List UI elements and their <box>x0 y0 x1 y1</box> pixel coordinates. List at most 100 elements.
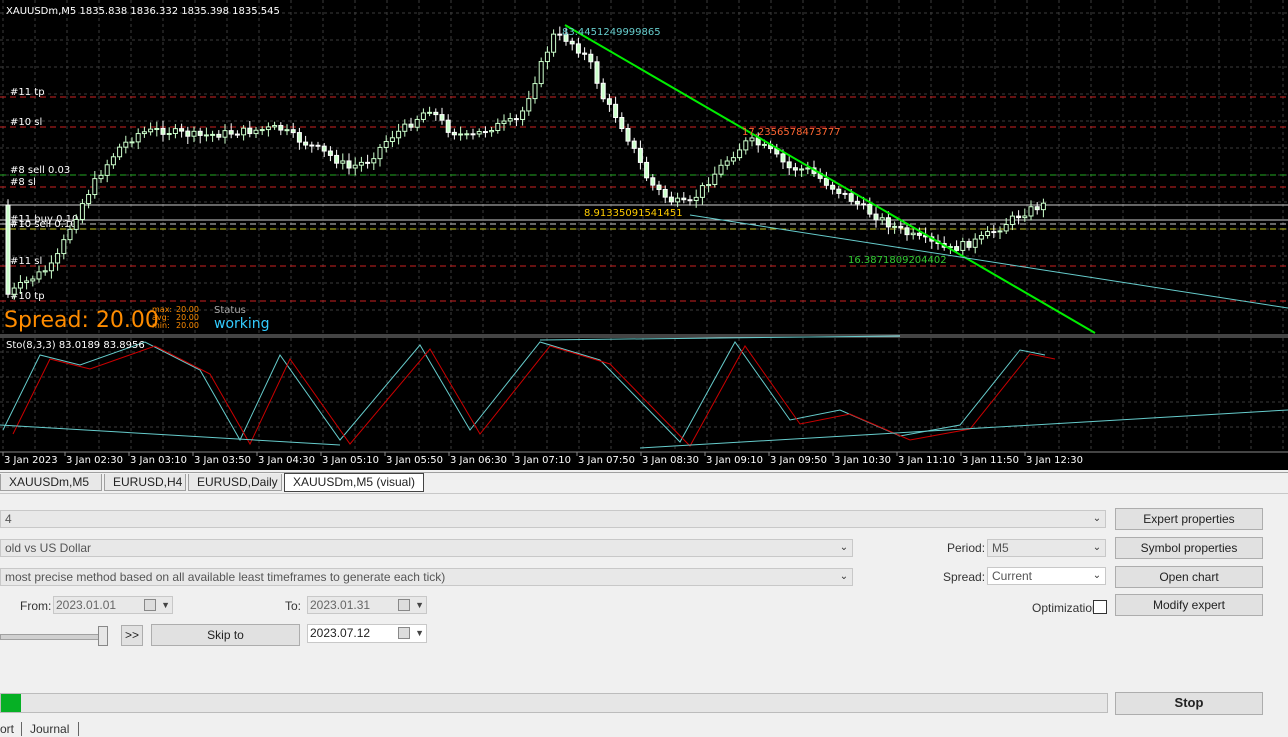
time-label: 3 Jan 03:10 <box>130 455 187 466</box>
tab-eurusd-h4[interactable]: EURUSD,H4 <box>104 474 186 491</box>
time-label: 3 Jan 07:50 <box>578 455 635 466</box>
modify-expert-button[interactable]: Modify expert <box>1115 594 1263 616</box>
order-levels: #11 tp#10 sl#8 sell 0.03#8 sl#11 buy 0.1… <box>0 87 1288 302</box>
candle-body <box>675 197 681 203</box>
tab-journal[interactable]: Journal <box>21 722 69 736</box>
period-select[interactable]: M5 ⌄ <box>987 539 1106 557</box>
time-label: 3 Jan 05:10 <box>322 455 379 466</box>
candle-body <box>278 125 284 131</box>
calendar-icon <box>398 599 410 611</box>
stop-button[interactable]: Stop <box>1115 692 1263 715</box>
candle-body <box>451 131 457 136</box>
candle-body <box>693 196 699 201</box>
chart-grid <box>0 0 1288 453</box>
candle-body <box>408 123 414 128</box>
symbol-properties-button[interactable]: Symbol properties <box>1115 537 1263 559</box>
candle-body <box>203 134 209 137</box>
candle-body <box>718 164 724 175</box>
candle-body <box>389 137 395 143</box>
chevron-down-icon: ⌄ <box>839 571 849 582</box>
chart-canvas[interactable]: #11 tp#10 sl#8 sell 0.03#8 sl#11 buy 0.1… <box>0 0 1288 470</box>
candle-body <box>253 129 259 135</box>
optimization-checkbox[interactable] <box>1093 600 1107 614</box>
candle-body <box>551 33 557 53</box>
candle-body <box>681 197 687 201</box>
tab-xauusdm-visual[interactable]: XAUUSDm,M5 (visual) <box>284 473 424 492</box>
tab-report[interactable]: ort <box>0 722 14 736</box>
model-select[interactable]: most precise method based on all availab… <box>0 568 853 586</box>
price-annotation: 17.2356578473777 <box>742 127 841 138</box>
time-label: 3 Jan 03:50 <box>194 455 251 466</box>
speed-slider-handle[interactable] <box>98 626 108 646</box>
candle-body <box>582 52 588 55</box>
candle-body <box>606 98 612 105</box>
candle-body <box>526 98 532 112</box>
candle-body <box>631 140 637 149</box>
candle-body <box>265 126 271 131</box>
candle-body <box>786 161 792 169</box>
candle-body <box>848 193 854 202</box>
candle-body <box>737 149 743 159</box>
symbol-select[interactable]: old vs US Dollar ⌄ <box>0 539 853 557</box>
candle-body <box>24 280 30 283</box>
candle-body <box>625 128 631 142</box>
symbol-select-value: old vs US Dollar <box>5 541 92 555</box>
chevron-down-icon: ⌄ <box>1092 570 1102 581</box>
fast-forward-button[interactable]: >> <box>121 625 143 646</box>
chevron-down-icon: ▼ <box>415 600 424 610</box>
candle-body <box>575 43 581 54</box>
candle-body <box>904 227 910 236</box>
candle-body <box>892 225 898 228</box>
skip-to-date-field[interactable]: 2023.07.12 ▼ <box>307 624 427 643</box>
time-label: 3 Jan 04:30 <box>258 455 315 466</box>
chart-area[interactable]: #11 tp #10 sl #8 sell 0.03 #8 sl #11 buy 0.1… <box>0 0 1288 470</box>
candle-body <box>98 174 104 180</box>
candle-body <box>1040 202 1046 211</box>
candle-body <box>916 232 922 236</box>
candle-body <box>42 270 48 273</box>
expert-properties-button[interactable]: Expert properties <box>1115 508 1263 530</box>
calendar-icon <box>398 627 410 639</box>
spread-select[interactable]: Current ⌄ <box>987 567 1106 585</box>
candle-body <box>110 156 116 166</box>
time-label: 3 Jan 09:10 <box>706 455 763 466</box>
tab-separator <box>78 722 79 736</box>
candle-body <box>79 203 85 220</box>
candle-body <box>259 129 265 132</box>
time-label: 3 Jan 05:50 <box>386 455 443 466</box>
open-chart-button[interactable]: Open chart <box>1115 566 1263 588</box>
spread-label-field: Spread: <box>943 570 986 584</box>
candle-body <box>997 230 1003 233</box>
from-date-field[interactable]: 2023.01.01 ▼ <box>53 596 173 614</box>
candle-body <box>954 246 960 251</box>
candle-body <box>985 231 991 237</box>
chart-tabs: XAUUSDm,M5 EURUSD,H4 EURUSD,Daily XAUUSD… <box>0 472 1288 493</box>
expert-select[interactable]: 4 ⌄ <box>0 510 1106 528</box>
time-label: 3 Jan 10:30 <box>834 455 891 466</box>
speed-slider-track[interactable] <box>0 634 106 640</box>
candle-body <box>117 146 123 158</box>
candle-body <box>222 130 228 138</box>
spread-stat-value: 20.00 <box>176 321 199 330</box>
skip-to-button[interactable]: Skip to <box>151 624 300 646</box>
to-date-field[interactable]: 2023.01.31 ▼ <box>307 596 427 614</box>
period-select-value: M5 <box>992 541 1009 555</box>
candle-body <box>92 178 98 196</box>
candle-body <box>1016 215 1022 219</box>
candle-body <box>873 213 879 221</box>
candle-body <box>321 145 327 152</box>
candle-body <box>520 110 526 120</box>
candle-body <box>513 118 519 121</box>
chevron-down-icon: ▼ <box>415 628 424 638</box>
candle-body <box>842 192 848 195</box>
candle-body <box>501 120 507 124</box>
candle-body <box>61 239 67 255</box>
candle-body <box>73 218 79 230</box>
tab-eurusd-daily[interactable]: EURUSD,Daily <box>188 474 282 491</box>
chevron-down-icon: ▼ <box>161 600 170 610</box>
candle-body <box>489 130 495 133</box>
tab-xauusdm-m5[interactable]: XAUUSDm,M5 <box>0 474 102 491</box>
candle-body <box>668 196 674 203</box>
time-label: 3 Jan 06:30 <box>450 455 507 466</box>
bottom-tabs: ort Journal <box>0 722 1288 736</box>
